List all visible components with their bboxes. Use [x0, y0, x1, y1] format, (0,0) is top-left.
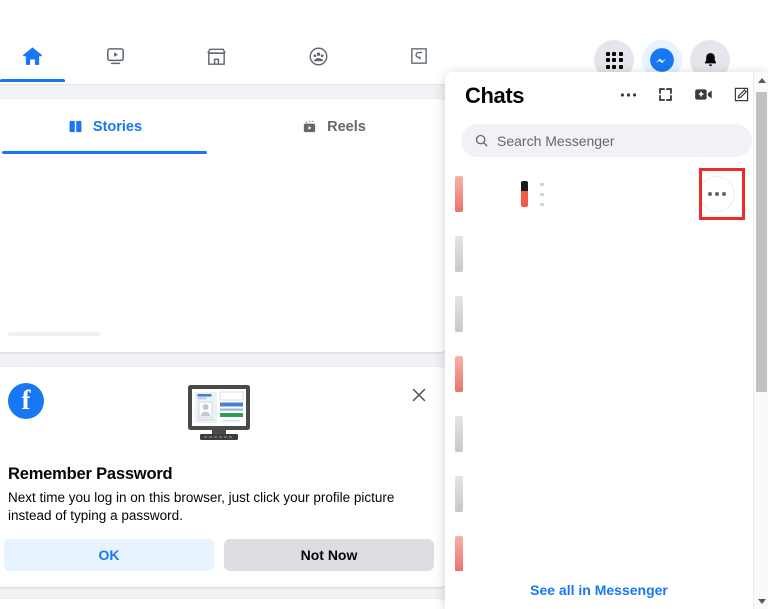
- chevron-up-icon: [757, 77, 766, 83]
- facebook-page: Stories Reels f Remember Password Next t…: [0, 0, 768, 609]
- search-icon: [475, 134, 488, 147]
- chat-avatar: [455, 536, 463, 571]
- search-section: [445, 120, 768, 165]
- chat-avatar: [455, 416, 463, 452]
- chat-preview-fragment: [521, 181, 528, 207]
- tab-reels[interactable]: Reels: [219, 99, 448, 154]
- chat-text-fragment: [540, 182, 544, 206]
- chat-avatar: [455, 356, 463, 392]
- ok-button[interactable]: OK: [4, 539, 214, 571]
- story-content-placeholder: [8, 332, 100, 336]
- scrollbar-thumb[interactable]: [756, 92, 767, 392]
- close-dialog-button[interactable]: [408, 384, 430, 406]
- storefront-icon: [207, 48, 227, 65]
- chat-avatar: [455, 296, 463, 332]
- tab-stories-label: Stories: [92, 118, 143, 135]
- chat-row[interactable]: [445, 284, 753, 344]
- chat-list: [445, 164, 753, 571]
- chat-avatar: [455, 176, 463, 212]
- stories-book-icon: [69, 120, 82, 133]
- chat-row[interactable]: [445, 524, 753, 571]
- chat-row[interactable]: [445, 464, 753, 524]
- remember-password-dialog: Remember Password Next time you log in o…: [0, 367, 448, 587]
- nav-item-home[interactable]: [0, 30, 65, 82]
- chats-scrollbar[interactable]: [753, 72, 768, 609]
- tab-reels-label: Reels: [327, 118, 366, 135]
- video-call-icon: [695, 89, 712, 100]
- see-all-in-messenger-link[interactable]: See all in Messenger: [445, 571, 753, 609]
- chat-avatar: [455, 476, 463, 512]
- not-now-button[interactable]: Not Now: [224, 539, 434, 571]
- search-messenger-box[interactable]: [461, 124, 752, 157]
- compose-new-message-icon: [734, 87, 749, 102]
- tab-stories[interactable]: Stories: [0, 99, 219, 154]
- chats-header-actions: [620, 86, 750, 103]
- expand-panel-button[interactable]: [657, 86, 674, 103]
- bell-icon: [704, 52, 716, 66]
- more-options-icon: [715, 192, 719, 196]
- post-composer-card: [0, 599, 448, 609]
- chat-row[interactable]: [445, 164, 753, 224]
- video-call-button[interactable]: [694, 86, 713, 103]
- nav-item-groups[interactable]: [267, 30, 368, 82]
- messenger-icon: [650, 48, 674, 72]
- nav-item-marketplace[interactable]: [166, 30, 267, 82]
- compose-message-button[interactable]: [733, 86, 750, 103]
- grid-menu-icon: [605, 51, 623, 69]
- messenger-chats-panel: Chats Search Messenger See all in Messen…: [445, 72, 768, 609]
- chat-row[interactable]: [445, 344, 753, 404]
- scroll-down-arrow[interactable]: [754, 593, 768, 609]
- stories-reels-card: Stories Reels: [0, 99, 448, 352]
- chat-row[interactable]: [445, 224, 753, 284]
- close-x-icon: [412, 388, 426, 402]
- video-play-icon: [107, 47, 125, 64]
- expand-fullscreen-icon: [659, 88, 672, 101]
- search-input[interactable]: [497, 132, 739, 149]
- dialog-title: Remember Password: [8, 465, 173, 483]
- facebook-f-logo: [8, 383, 44, 419]
- more-options-icon: [722, 192, 726, 196]
- active-tab-underline: [0, 79, 65, 82]
- chevron-down-icon: [757, 598, 766, 604]
- gaming-controller-icon: [411, 48, 428, 64]
- scroll-up-arrow[interactable]: [754, 72, 768, 88]
- nav-item-watch[interactable]: [65, 30, 166, 82]
- chat-avatar: [455, 236, 463, 272]
- tab-stories-underline: [2, 151, 207, 154]
- dialog-action-buttons: OK Not Now: [4, 539, 434, 571]
- chat-row[interactable]: [445, 404, 753, 464]
- chat-more-options-button[interactable]: [699, 176, 735, 212]
- chats-title: Chats: [465, 83, 525, 108]
- reels-clapper-icon: [303, 120, 316, 133]
- chats-options-button[interactable]: [620, 92, 637, 98]
- chats-panel-header: Chats: [445, 72, 768, 120]
- monitor-login-screen-illustration: [188, 385, 250, 440]
- primary-nav-tabs: [0, 30, 470, 85]
- groups-people-icon: [309, 47, 328, 65]
- stories-reels-tabs: Stories Reels: [0, 99, 448, 154]
- main-feed-column: Stories Reels f Remember Password Next t…: [0, 85, 448, 609]
- home-icon: [23, 46, 42, 65]
- monitor-illustration-wrapper: [0, 383, 448, 445]
- options-ellipsis-icon: [620, 92, 637, 97]
- dialog-body-text: Next time you log in on this browser, ju…: [8, 490, 395, 523]
- more-options-icon: [708, 192, 712, 196]
